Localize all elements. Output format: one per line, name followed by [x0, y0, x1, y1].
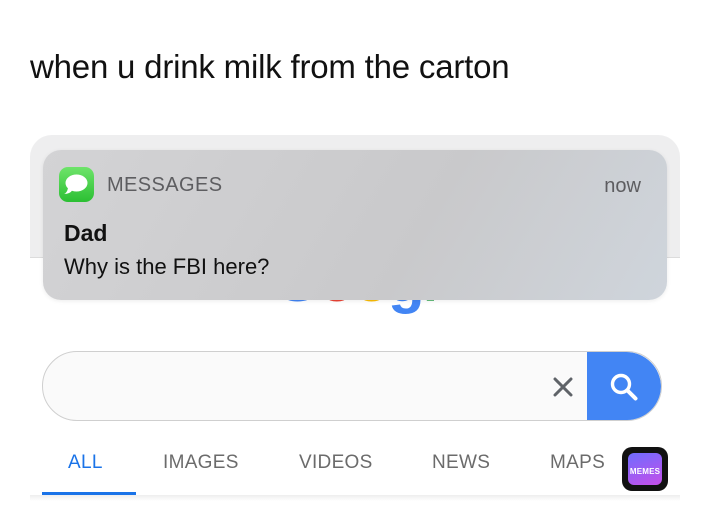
- notification-app-name: MESSAGES: [107, 174, 223, 196]
- close-icon: [553, 377, 573, 397]
- notification-sender: Dad: [64, 220, 108, 246]
- watermark-text: MEMES: [629, 467, 661, 476]
- clear-search-button[interactable]: [543, 367, 583, 407]
- memes-watermark-logo: MEMES: [622, 447, 668, 491]
- tab-videos[interactable]: VIDEOS: [299, 452, 373, 474]
- tab-all[interactable]: ALL: [68, 452, 103, 474]
- search-input[interactable]: [71, 366, 535, 408]
- search-tabs: ALL IMAGES VIDEOS NEWS MAPS: [30, 440, 680, 500]
- messages-app-icon: [59, 167, 94, 202]
- tabs-shadow: [30, 495, 680, 501]
- tab-maps[interactable]: MAPS: [550, 452, 605, 474]
- notification-message: Why is the FBI here?: [64, 254, 270, 279]
- tab-news[interactable]: NEWS: [432, 452, 490, 474]
- tab-images[interactable]: IMAGES: [163, 452, 239, 474]
- search-bar: [42, 351, 662, 421]
- meme-caption: when u drink milk from the carton: [30, 48, 510, 85]
- search-icon: [610, 373, 638, 401]
- search-button[interactable]: [587, 352, 661, 420]
- speech-bubble-icon: [64, 174, 88, 194]
- notification-time: now: [604, 175, 641, 197]
- message-notification[interactable]: MESSAGES now Dad Why is the FBI here?: [43, 150, 667, 300]
